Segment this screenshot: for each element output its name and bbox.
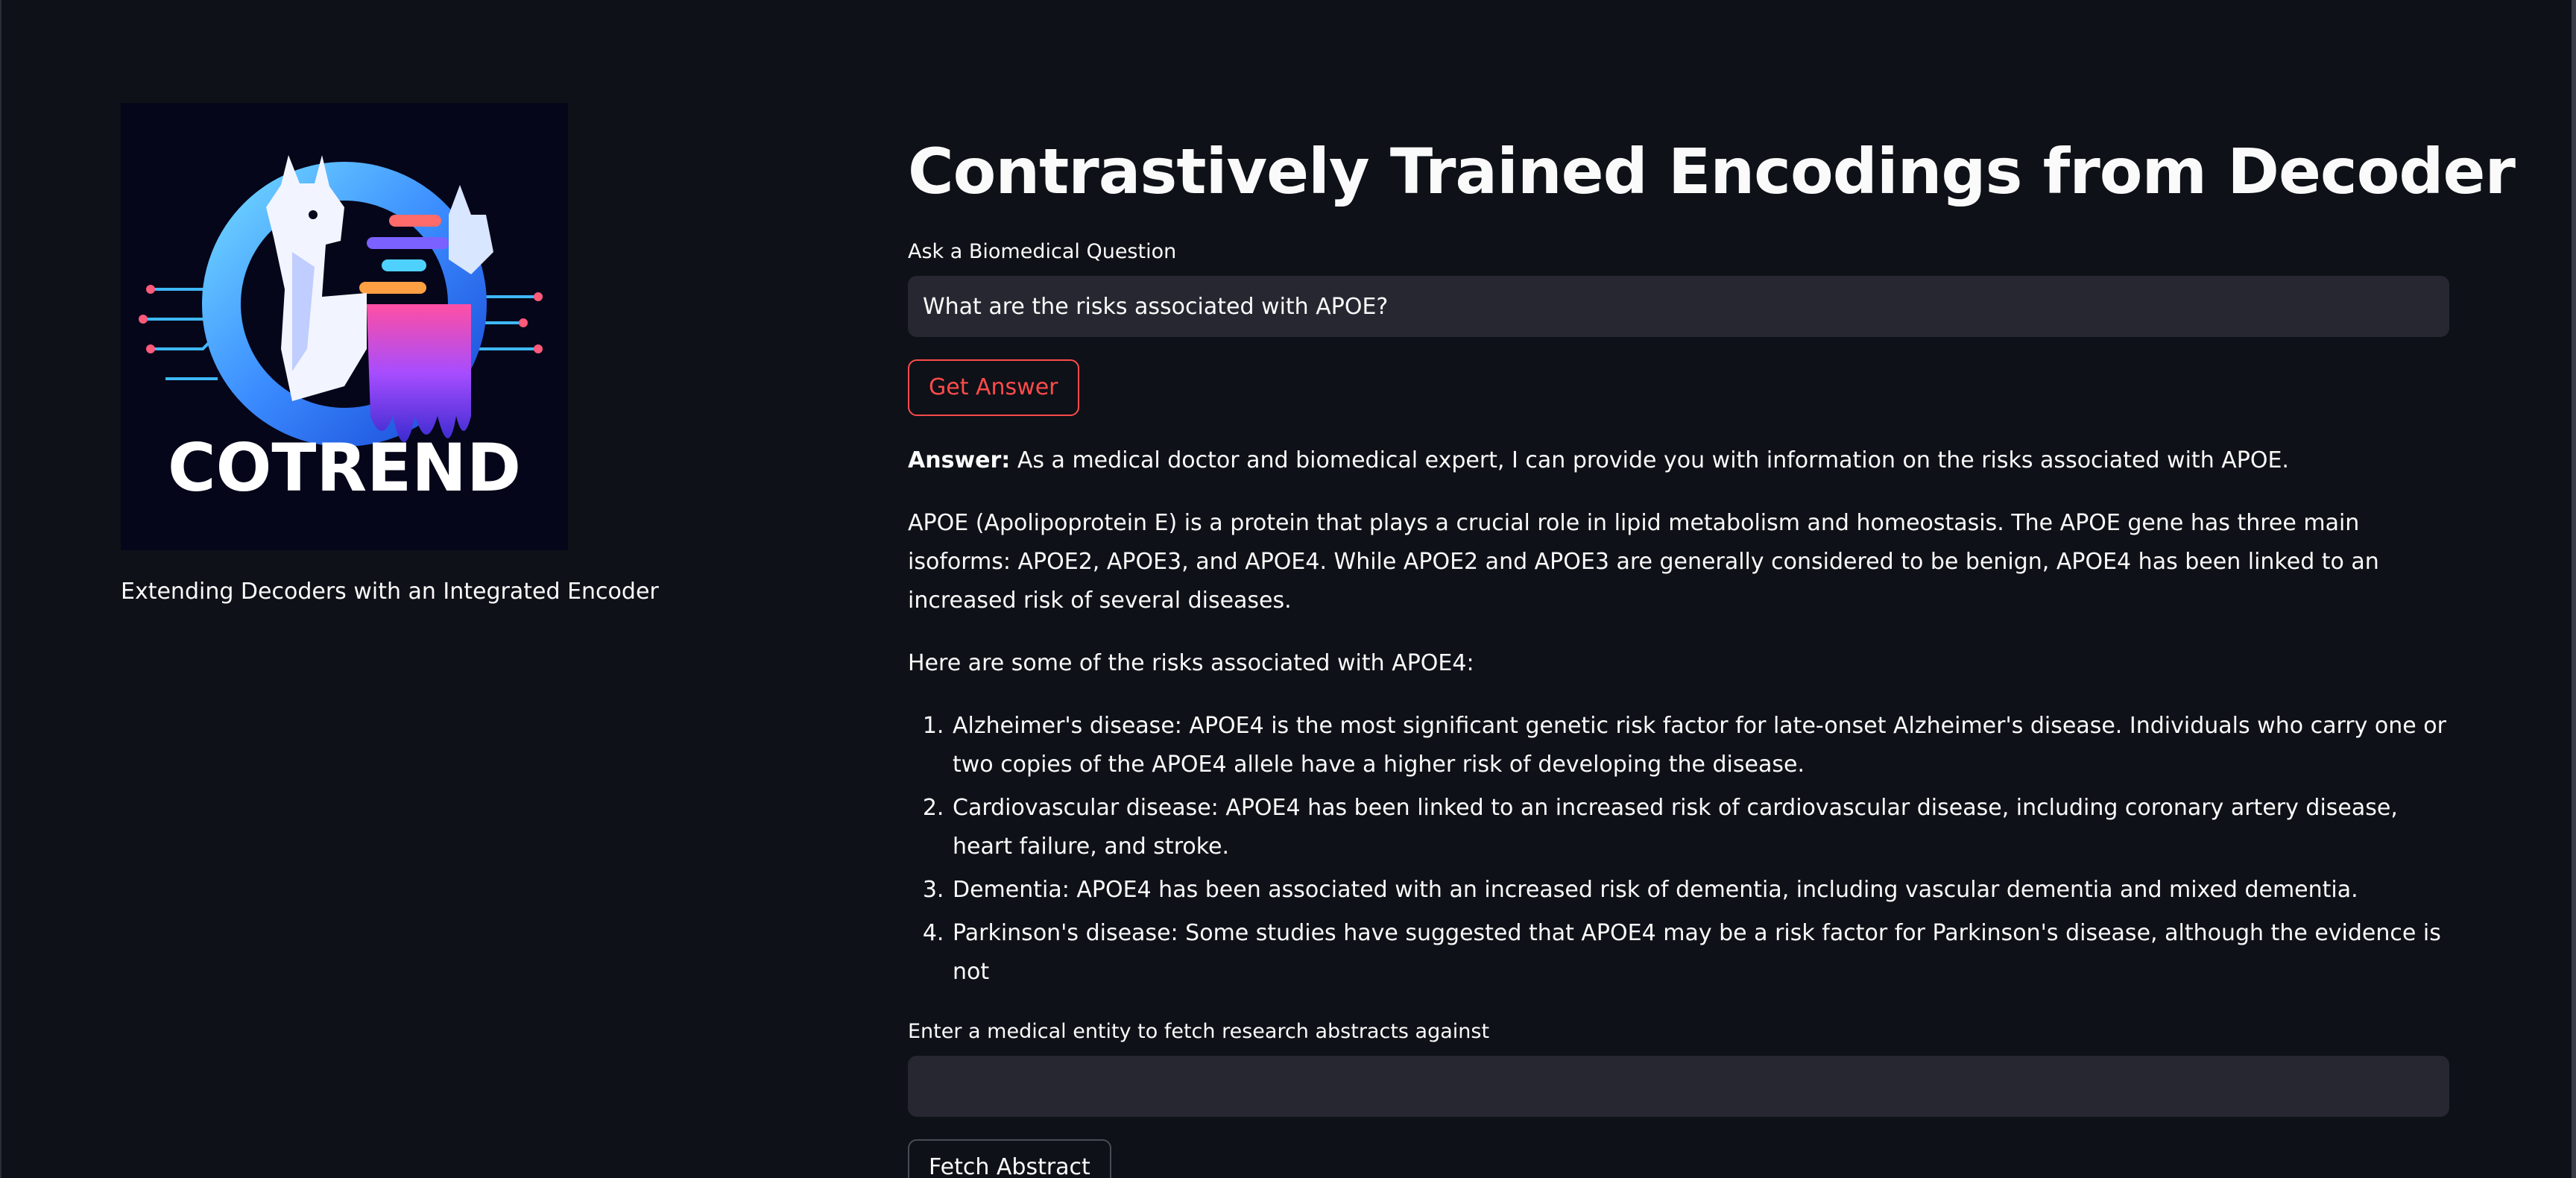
logo-text: COTREND (168, 429, 521, 506)
answer-list-intro: Here are some of the risks associated wi… (908, 650, 1474, 676)
list-item: Alzheimer's disease: APOE4 is the most s… (951, 707, 2449, 784)
get-answer-button[interactable]: Get Answer (908, 359, 1079, 416)
left-column: COTREND Extending Decoders with an Integ… (121, 103, 717, 607)
llama-logo-graphic: COTREND (121, 103, 568, 550)
get-answer-row: Get Answer (908, 337, 2449, 416)
cotrend-logo: COTREND (121, 103, 568, 550)
list-item: Dementia: APOE4 has been associated with… (951, 871, 2449, 910)
answer-block: Answer: As a medical doctor and biomedic… (908, 441, 2449, 992)
fetch-row: Fetch Abstract (908, 1117, 2449, 1178)
page-title: Contrastively Trained Encodings from Dec… (908, 135, 2516, 208)
answer-paragraph: APOE (Apolipoprotein E) is a protein tha… (908, 510, 2379, 614)
app-window: COTREND Extending Decoders with an Integ… (0, 0, 2576, 1178)
tagline: Extending Decoders with an Integrated En… (121, 579, 659, 605)
question-input[interactable] (908, 276, 2449, 337)
entity-input[interactable] (908, 1056, 2449, 1117)
risk-list: Alzheimer's disease: APOE4 is the most s… (908, 707, 2449, 992)
list-item: Parkinson's disease: Some studies have s… (951, 914, 2449, 992)
entity-label: Enter a medical entity to fetch research… (908, 1020, 1490, 1043)
answer-prefix: Answer: (908, 447, 1011, 473)
fetch-abstract-button[interactable]: Fetch Abstract (908, 1139, 1111, 1178)
window-edge (2572, 0, 2576, 1178)
answer-intro: Answer: As a medical doctor and biomedic… (908, 441, 2449, 480)
question-label: Ask a Biomedical Question (908, 240, 1177, 263)
main-column: Contrastively Trained Encodings from Dec… (908, 127, 2516, 1178)
list-item: Cardiovascular disease: APOE4 has been l… (951, 789, 2449, 866)
answer-intro-text: As a medical doctor and biomedical exper… (1017, 447, 2289, 473)
